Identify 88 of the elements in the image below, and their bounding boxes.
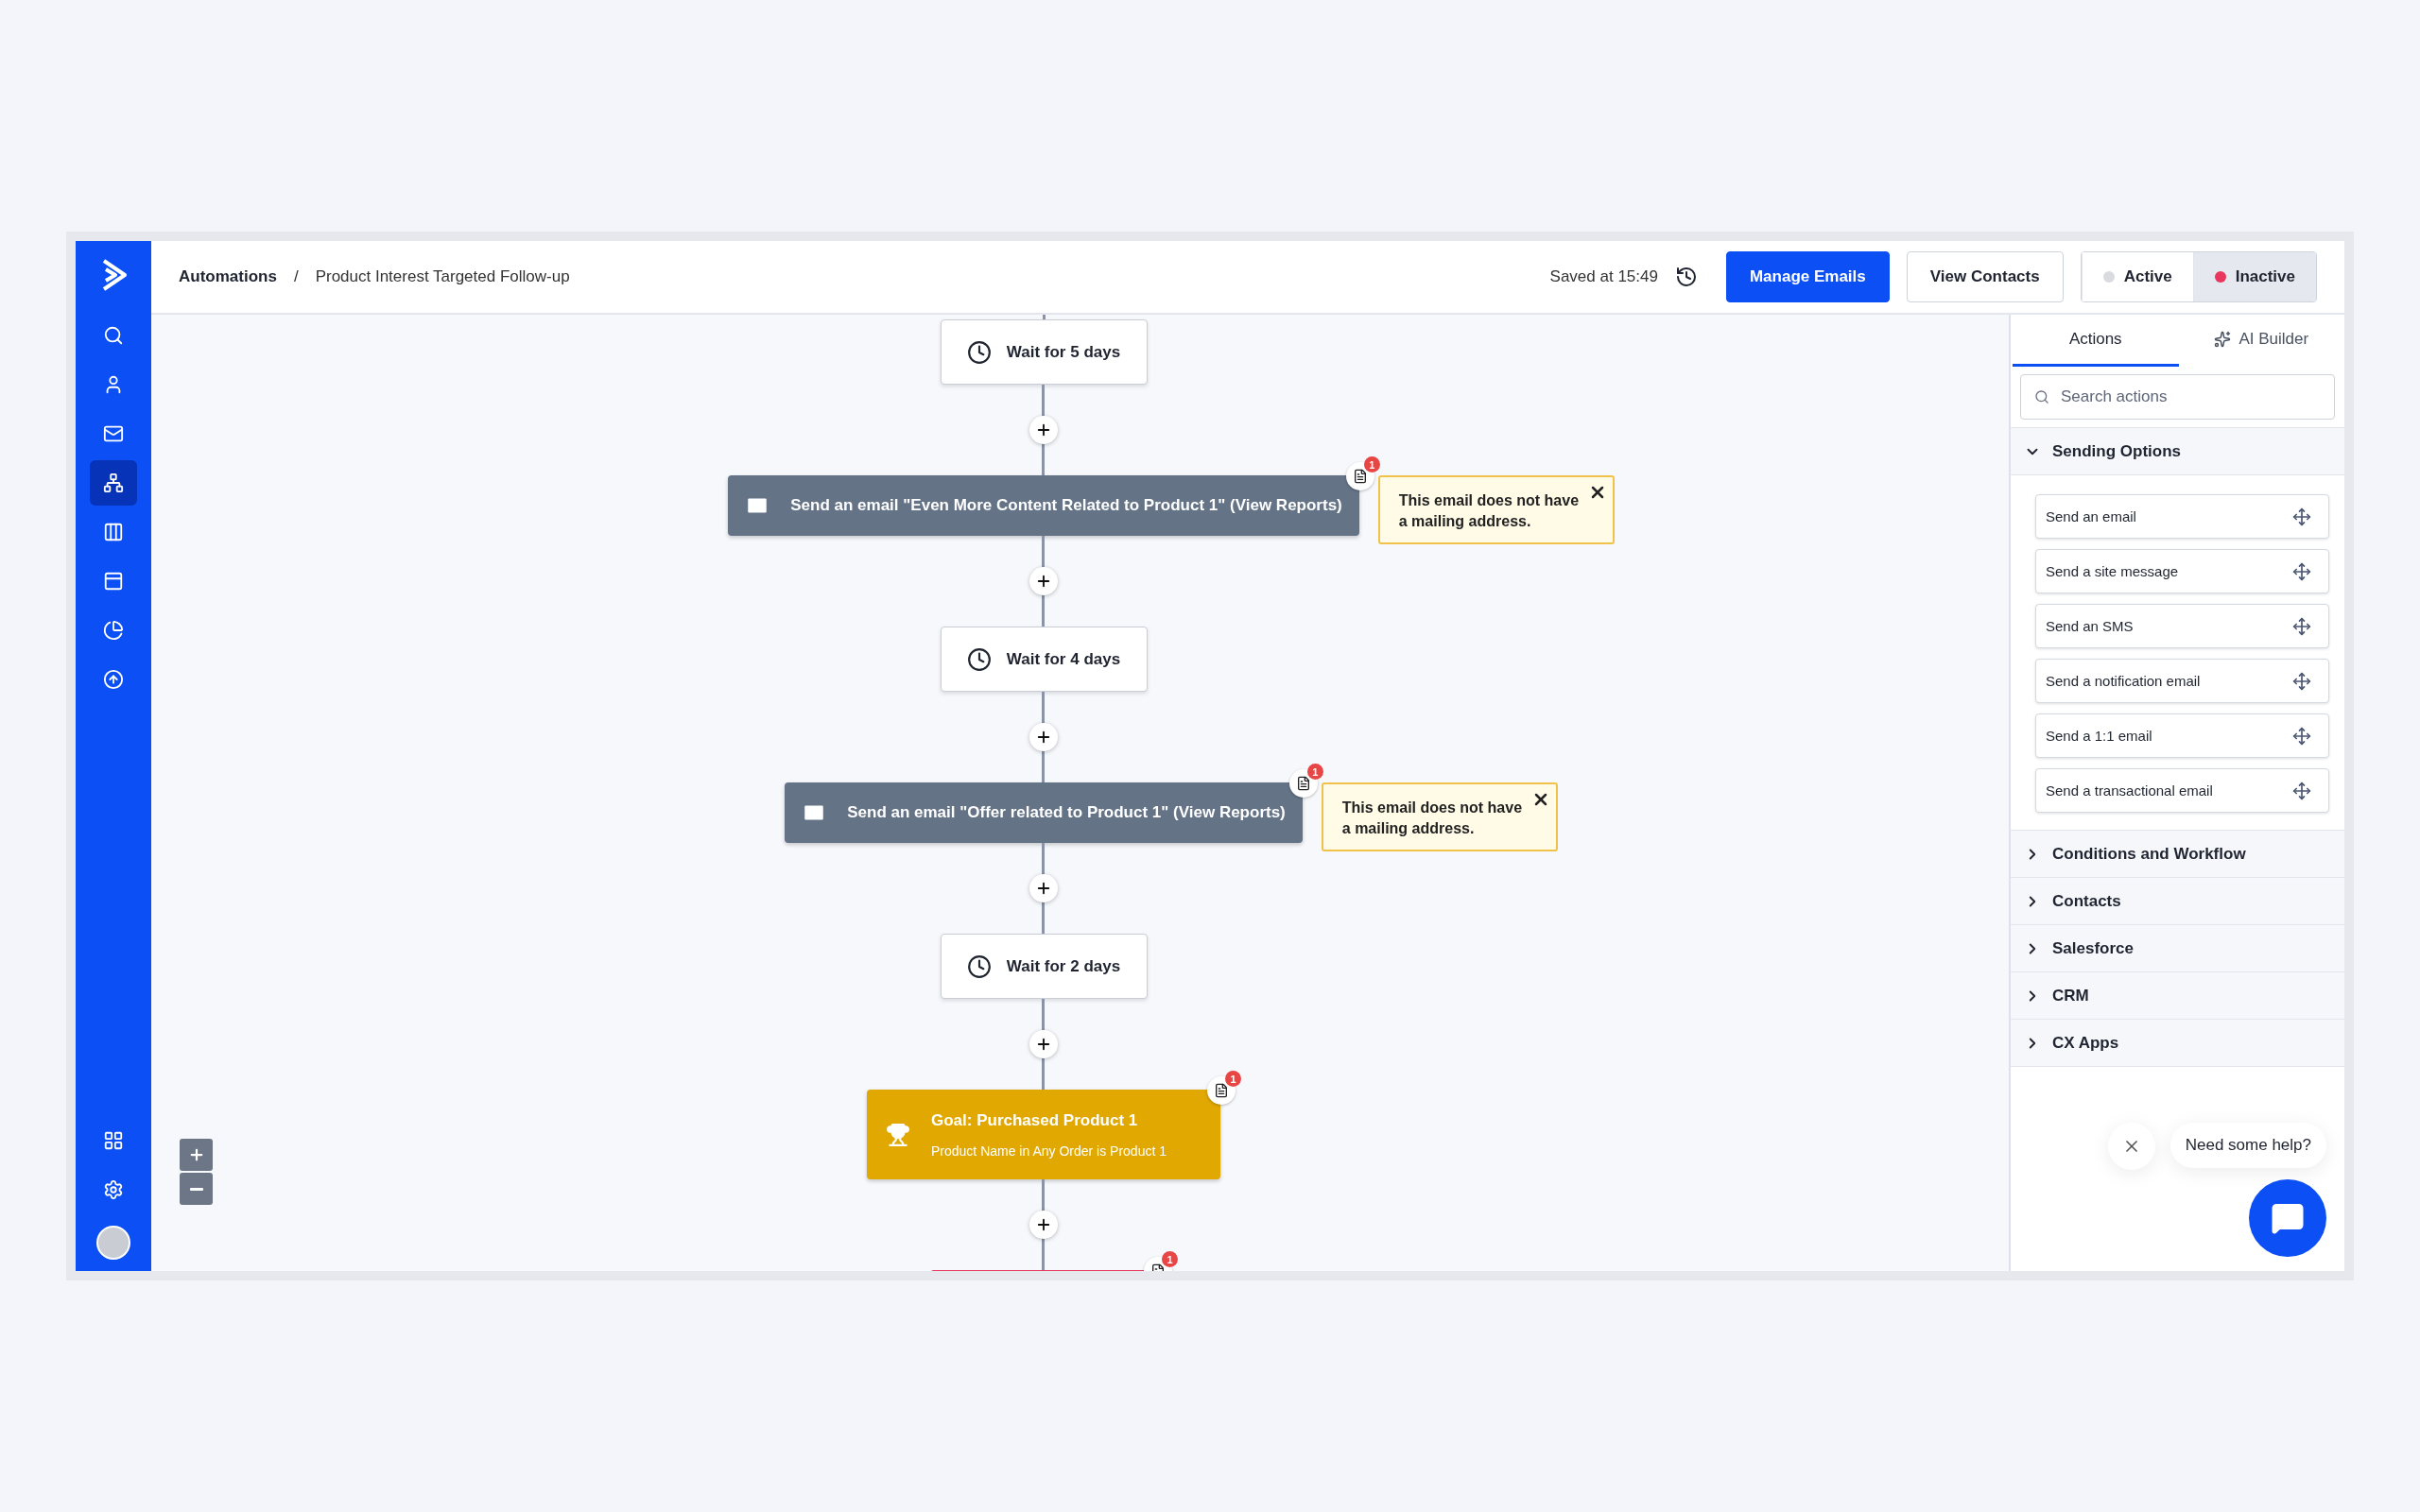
- plus-icon: [1035, 573, 1052, 590]
- action-item[interactable]: Send an SMS: [2035, 604, 2329, 648]
- action-item[interactable]: Send a site message: [2035, 549, 2329, 593]
- action-item[interactable]: Send a notification email: [2035, 659, 2329, 703]
- section-header[interactable]: Salesforce: [2011, 924, 2344, 971]
- document-icon: [1295, 776, 1311, 791]
- wait-step[interactable]: Wait for 4 days: [940, 627, 1148, 692]
- document-icon: [1352, 469, 1368, 484]
- step-label: Wait for 4 days: [1006, 649, 1121, 669]
- drag-handle-icon[interactable]: [2292, 507, 2311, 526]
- chat-icon: [2271, 1201, 2305, 1235]
- breadcrumb-link[interactable]: Automations: [179, 267, 277, 286]
- action-label: Send an SMS: [2046, 618, 2134, 634]
- search-input[interactable]: Search actions: [2059, 387, 2321, 407]
- clock-icon: [966, 954, 992, 979]
- flowchart-icon: [103, 472, 124, 493]
- zoom-out-button[interactable]: [180, 1173, 213, 1205]
- section-header[interactable]: Contacts: [2011, 877, 2344, 924]
- add-step-button[interactable]: [1029, 416, 1058, 444]
- wait-step[interactable]: Wait for 2 days: [940, 934, 1148, 999]
- up-arrow-circle-icon: [103, 669, 124, 690]
- clock-icon: [966, 339, 992, 365]
- action-label: Send an email: [2046, 508, 2136, 524]
- step-label: Wait for 2 days: [1006, 956, 1121, 976]
- goal-condition: Product Name in Any Order is Product 1: [931, 1143, 1167, 1159]
- document-icon: [1214, 1083, 1229, 1098]
- grid-icon: [103, 1130, 124, 1151]
- drag-handle-icon[interactable]: [2292, 671, 2311, 691]
- add-step-button[interactable]: [1029, 1030, 1058, 1058]
- minus-icon: [189, 1187, 203, 1191]
- email-step[interactable]: Send an email "Even More Content Related to Product 1" (View Reports): [728, 475, 1359, 536]
- history-icon[interactable]: [1674, 266, 1698, 288]
- search-field[interactable]: Search actions: [2020, 374, 2335, 420]
- step-label: Send an email "Even More Content Related to Product 1" (View Reports): [790, 496, 1342, 515]
- nav-item[interactable]: [90, 460, 137, 506]
- drag-handle-icon[interactable]: [2292, 726, 2311, 746]
- search-icon: [2034, 389, 2049, 404]
- count-badge: 1: [1162, 1251, 1178, 1267]
- breadcrumb-separator: /: [293, 267, 299, 286]
- add-step-button[interactable]: [1029, 1211, 1058, 1239]
- action-label: Send a site message: [2046, 563, 2179, 579]
- add-step-button[interactable]: [1029, 567, 1058, 595]
- status-option[interactable]: Inactive: [2192, 252, 2316, 301]
- goal-title: Goal: Purchased Product 1: [931, 1110, 1139, 1130]
- action-label: Send a 1:1 email: [2046, 728, 2152, 744]
- search-icon: [103, 325, 124, 346]
- add-step-button[interactable]: [1029, 723, 1058, 751]
- action-item[interactable]: Send an email: [2035, 494, 2329, 539]
- email-step[interactable]: Send an email "Offer related to Product 1" (View Reports): [785, 782, 1303, 843]
- wait-step[interactable]: Wait for 5 days: [940, 319, 1148, 385]
- primary-button[interactable]: Manage Emails: [1725, 251, 1890, 302]
- panel-tab[interactable]: AI Builder: [2178, 315, 2344, 367]
- section-header[interactable]: Conditions and Workflow: [2011, 830, 2344, 877]
- action-label: Send a notification email: [2046, 673, 2201, 689]
- section-header[interactable]: Sending Options: [2011, 427, 2344, 474]
- drag-handle-icon[interactable]: [2292, 781, 2311, 800]
- count-badge: 1: [1225, 1071, 1241, 1087]
- trophy-icon: [886, 1122, 910, 1147]
- page-title: Product Interest Targeted Follow-up: [315, 267, 570, 286]
- sparkle-icon: [2214, 331, 2232, 348]
- plus-icon: [1035, 1216, 1052, 1233]
- settings-icon: [103, 1179, 124, 1200]
- warning-text: This email does not have a mailing address.: [1398, 492, 1580, 529]
- section-header[interactable]: CRM: [2011, 971, 2344, 1019]
- plus-icon: [1035, 729, 1052, 746]
- drag-handle-icon[interactable]: [2292, 561, 2311, 581]
- add-step-button[interactable]: [1029, 874, 1058, 902]
- plus-icon: [1035, 421, 1052, 438]
- step-label: Wait for 5 days: [1006, 342, 1121, 362]
- drag-handle-icon[interactable]: [2292, 616, 2311, 636]
- section-header[interactable]: CX Apps: [2011, 1019, 2344, 1066]
- panel-tab[interactable]: Actions: [2013, 315, 2179, 367]
- pie-chart-icon: [103, 620, 124, 641]
- action-item[interactable]: Send a 1:1 email: [2035, 713, 2329, 758]
- secondary-button[interactable]: View Contacts: [1906, 251, 2064, 302]
- save-status: Saved at 15:49: [1549, 267, 1658, 286]
- action-label: Send a transactional email: [2046, 782, 2213, 799]
- step-label: Send an email "Offer related to Product 1" (View Reports): [847, 803, 1286, 822]
- zoom-in-button[interactable]: [180, 1139, 213, 1171]
- action-item[interactable]: Send a transactional email: [2035, 768, 2329, 813]
- plus-icon: [1035, 880, 1052, 897]
- help-bubble: Need some help?: [2169, 1123, 2326, 1168]
- plus-icon: [1035, 1036, 1052, 1053]
- avatar[interactable]: [96, 1226, 130, 1260]
- clock-icon: [966, 646, 992, 672]
- columns-icon: [103, 522, 124, 542]
- warning-text: This email does not have a mailing address.: [1341, 799, 1523, 836]
- window-icon: [103, 571, 124, 592]
